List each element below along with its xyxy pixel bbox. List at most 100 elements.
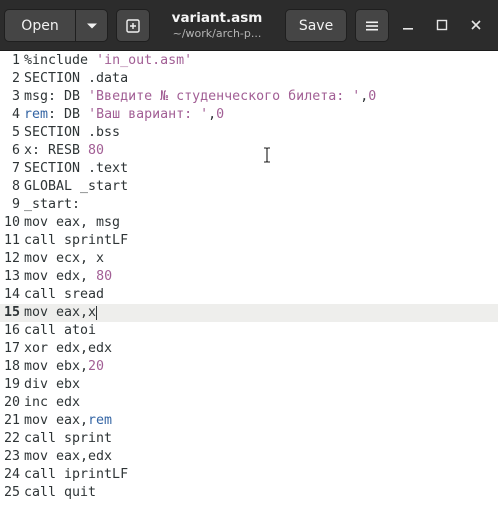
line-number: 11 [3,233,20,248]
line-number: 23 [3,449,20,464]
line-number: 21 [3,413,20,428]
code-token: 'in_out.asm' [96,53,193,68]
line-number: 25 [3,485,20,500]
window-title-area: variant.asm ~/work/arch-p... [156,9,278,43]
code-token: 0 [216,107,225,122]
code-line[interactable]: 24 call iprintLF [0,466,498,484]
line-text[interactable]: call iprintLF [24,466,128,484]
code-token: : DB [48,107,89,122]
line-text[interactable]: call sprintLF [24,232,128,250]
code-token: xor edx,edx [24,341,113,356]
code-line[interactable]: 2 SECTION .data [0,70,498,88]
code-line[interactable]: 9 _start: [0,196,498,214]
open-menu-button[interactable] [75,9,108,42]
code-line[interactable]: 22 call sprint [0,430,498,448]
code-line[interactable]: 10 mov eax, msg [0,214,498,232]
line-text[interactable]: mov eax, msg [24,214,120,232]
code-line[interactable]: 23 mov eax,edx [0,448,498,466]
code-token: 'Введите № студенческого билета: ' [88,89,361,104]
code-lines[interactable]: 1 %include 'in_out.asm' 2 SECTION .data 3 msg… [0,51,498,502]
code-line[interactable]: 18 mov ebx,20 [0,358,498,376]
line-text[interactable]: call sread [24,286,104,304]
new-tab-button[interactable] [116,9,150,42]
code-line[interactable]: 3 msg: DB 'Введите № студенческого билета… [0,88,498,106]
save-button[interactable]: Save [285,9,347,42]
code-token: mov eax, [24,413,89,428]
code-token: 'Ваш вариант: ' [88,107,209,122]
code-line[interactable]: 5 SECTION .bss [0,124,498,142]
code-token: SECTION .text [24,161,129,176]
open-button[interactable]: Open [4,9,76,42]
header-bar: Open variant.asm ~/work/arch-p... Save [0,0,498,51]
code-line[interactable]: 17 xor edx,edx [0,340,498,358]
line-text[interactable]: mov eax,x [24,304,96,322]
code-line[interactable]: 21 mov eax,rem [0,412,498,430]
line-text[interactable]: mov edx, 80 [24,268,112,286]
code-line[interactable]: 19 div ebx [0,376,498,394]
line-text[interactable]: SECTION .bss [24,124,120,142]
code-token: x: RESB [24,143,89,158]
code-line[interactable]: 13 mov edx, 80 [0,268,498,286]
line-text[interactable]: SECTION .text [24,160,128,178]
line-text[interactable]: call quit [24,484,96,502]
line-text[interactable]: mov ebx,20 [24,358,104,376]
code-token: call iprintLF [24,467,129,482]
code-token: call sprint [24,431,113,446]
code-token: , [208,107,217,122]
maximize-icon [436,19,448,31]
line-text[interactable]: _start: [24,196,80,214]
close-button[interactable] [466,15,486,35]
code-line[interactable]: 14 call sread [0,286,498,304]
line-text[interactable]: mov eax,rem [24,412,112,430]
main-menu-button[interactable] [355,9,389,42]
line-text[interactable]: call sprint [24,430,112,448]
code-line[interactable]: 25 call quit [0,484,498,502]
line-number: 7 [11,161,20,176]
code-line[interactable]: 4 rem: DB 'Ваш вариант: ',0 [0,106,498,124]
line-text[interactable]: %include 'in_out.asm' [24,52,192,70]
line-text[interactable]: div ebx [24,376,80,394]
minimize-button[interactable] [398,15,418,35]
line-text[interactable]: SECTION .data [24,70,128,88]
code-token: call quit [24,485,97,500]
line-number: 3 [11,89,20,104]
line-text[interactable]: GLOBAL _start [24,178,128,196]
code-line[interactable]: 1 %include 'in_out.asm' [0,52,498,70]
line-text[interactable]: mov eax,edx [24,448,112,466]
code-token: 80 [88,143,105,158]
code-line[interactable]: 7 SECTION .text [0,160,498,178]
code-line[interactable]: 6 x: RESB 80 [0,142,498,160]
code-line[interactable]: 15 mov eax,x [0,304,498,322]
line-number: 14 [3,287,20,302]
line-text[interactable]: call atoi [24,322,96,340]
line-number: 8 [11,179,20,194]
code-editor[interactable]: 1 %include 'in_out.asm' 2 SECTION .data 3 msg… [0,51,498,513]
line-number: 19 [3,377,20,392]
code-line[interactable]: 20 inc edx [0,394,498,412]
code-line[interactable]: 12 mov ecx, x [0,250,498,268]
line-number: 10 [3,215,20,230]
line-text[interactable]: rem: DB 'Ваш вариант: ',0 [24,106,224,124]
code-line[interactable]: 11 call sprintLF [0,232,498,250]
line-number: 2 [11,71,20,86]
line-text[interactable]: x: RESB 80 [24,142,104,160]
line-number: 22 [3,431,20,446]
line-text[interactable]: inc edx [24,394,80,412]
line-number: 9 [11,197,20,212]
code-line[interactable]: 16 call atoi [0,322,498,340]
line-text[interactable]: xor edx,edx [24,340,112,358]
maximize-button[interactable] [432,15,452,35]
text-editor-window: Open variant.asm ~/work/arch-p... Save 1… [0,0,498,513]
code-token: div ebx [24,377,81,392]
code-line[interactable]: 8 GLOBAL _start [0,178,498,196]
line-text[interactable]: mov ecx, x [24,250,104,268]
ibeam-cursor-icon [264,147,270,163]
code-token: call sprintLF [24,233,129,248]
line-text[interactable]: msg: DB 'Введите № студенческого билета:… [24,88,376,106]
code-token: SECTION .data [24,71,129,86]
code-token: rem [88,413,113,428]
code-token: call sread [24,287,105,302]
code-token: inc edx [24,395,81,410]
code-token: mov eax, msg [24,215,121,230]
line-number: 12 [3,251,20,266]
